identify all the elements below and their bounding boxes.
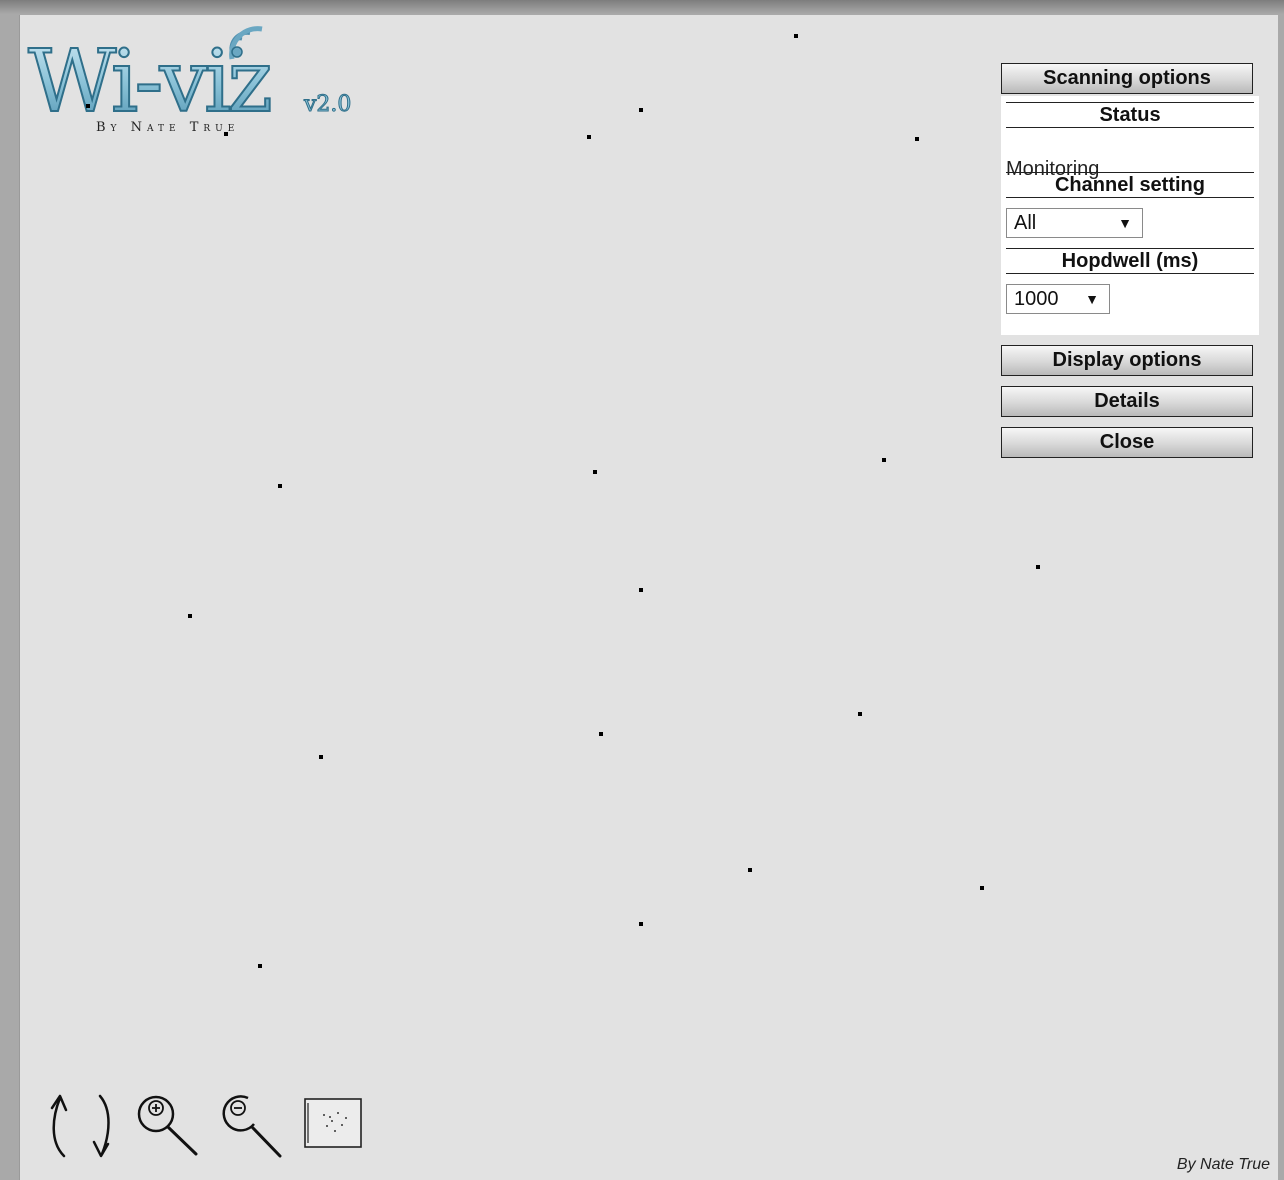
logo-version: v2.0 xyxy=(303,92,351,117)
channel-select[interactable]: All ▼ xyxy=(1006,208,1143,238)
network-canvas[interactable]: Wi-viz v2.0 By Nate True Scanning option… xyxy=(20,15,1278,1180)
logo-byline: By Nate True xyxy=(96,120,240,135)
zoom-in-icon[interactable] xyxy=(134,1090,200,1158)
hopdwell-select[interactable]: 1000 ▼ xyxy=(1006,284,1110,314)
network-node[interactable] xyxy=(882,458,886,462)
network-node[interactable] xyxy=(858,712,862,716)
control-panel: Scanning options Status Monitoring Chann… xyxy=(1001,63,1259,458)
scanning-options-section: Status Monitoring Channel setting All ▼ … xyxy=(1001,96,1259,335)
hopdwell-heading: Hopdwell (ms) xyxy=(1006,248,1254,274)
network-node[interactable] xyxy=(915,137,919,141)
hopdwell-select-value: 1000 xyxy=(1014,288,1059,310)
channel-setting-heading: Channel setting xyxy=(1006,172,1254,198)
rotate-right-icon[interactable] xyxy=(86,1090,116,1160)
network-node[interactable] xyxy=(599,732,603,736)
rotate-left-icon[interactable] xyxy=(44,1090,78,1160)
fit-view-icon[interactable] xyxy=(302,1095,364,1151)
network-node[interactable] xyxy=(258,964,262,968)
footer-credit: By Nate True xyxy=(1176,1156,1270,1173)
network-node[interactable] xyxy=(794,34,798,38)
scanning-options-button[interactable]: Scanning options xyxy=(1001,63,1253,94)
network-node[interactable] xyxy=(1036,565,1040,569)
channel-select-value: All xyxy=(1014,212,1037,234)
wi-viz-logo: Wi-viz v2.0 By Nate True xyxy=(26,19,366,143)
network-node[interactable] xyxy=(86,104,90,108)
close-button[interactable]: Close xyxy=(1001,427,1253,458)
network-node[interactable] xyxy=(639,922,643,926)
dropdown-arrow-icon: ▼ xyxy=(1085,291,1099,307)
network-node[interactable] xyxy=(319,755,323,759)
network-node[interactable] xyxy=(587,135,591,139)
network-node[interactable] xyxy=(639,108,643,112)
network-node[interactable] xyxy=(748,868,752,872)
network-node[interactable] xyxy=(278,484,282,488)
details-button[interactable]: Details xyxy=(1001,386,1253,417)
display-options-button[interactable]: Display options xyxy=(1001,345,1253,376)
network-node[interactable] xyxy=(639,588,643,592)
network-node[interactable] xyxy=(188,614,192,618)
dropdown-arrow-icon: ▼ xyxy=(1118,215,1132,231)
status-heading: Status xyxy=(1006,102,1254,128)
network-node[interactable] xyxy=(224,132,228,136)
logo-title: Wi-viz xyxy=(28,32,271,132)
network-node[interactable] xyxy=(980,886,984,890)
zoom-out-icon[interactable] xyxy=(218,1090,284,1158)
app-window: Wi-viz v2.0 By Nate True Scanning option… xyxy=(0,0,1284,1180)
network-node[interactable] xyxy=(593,470,597,474)
